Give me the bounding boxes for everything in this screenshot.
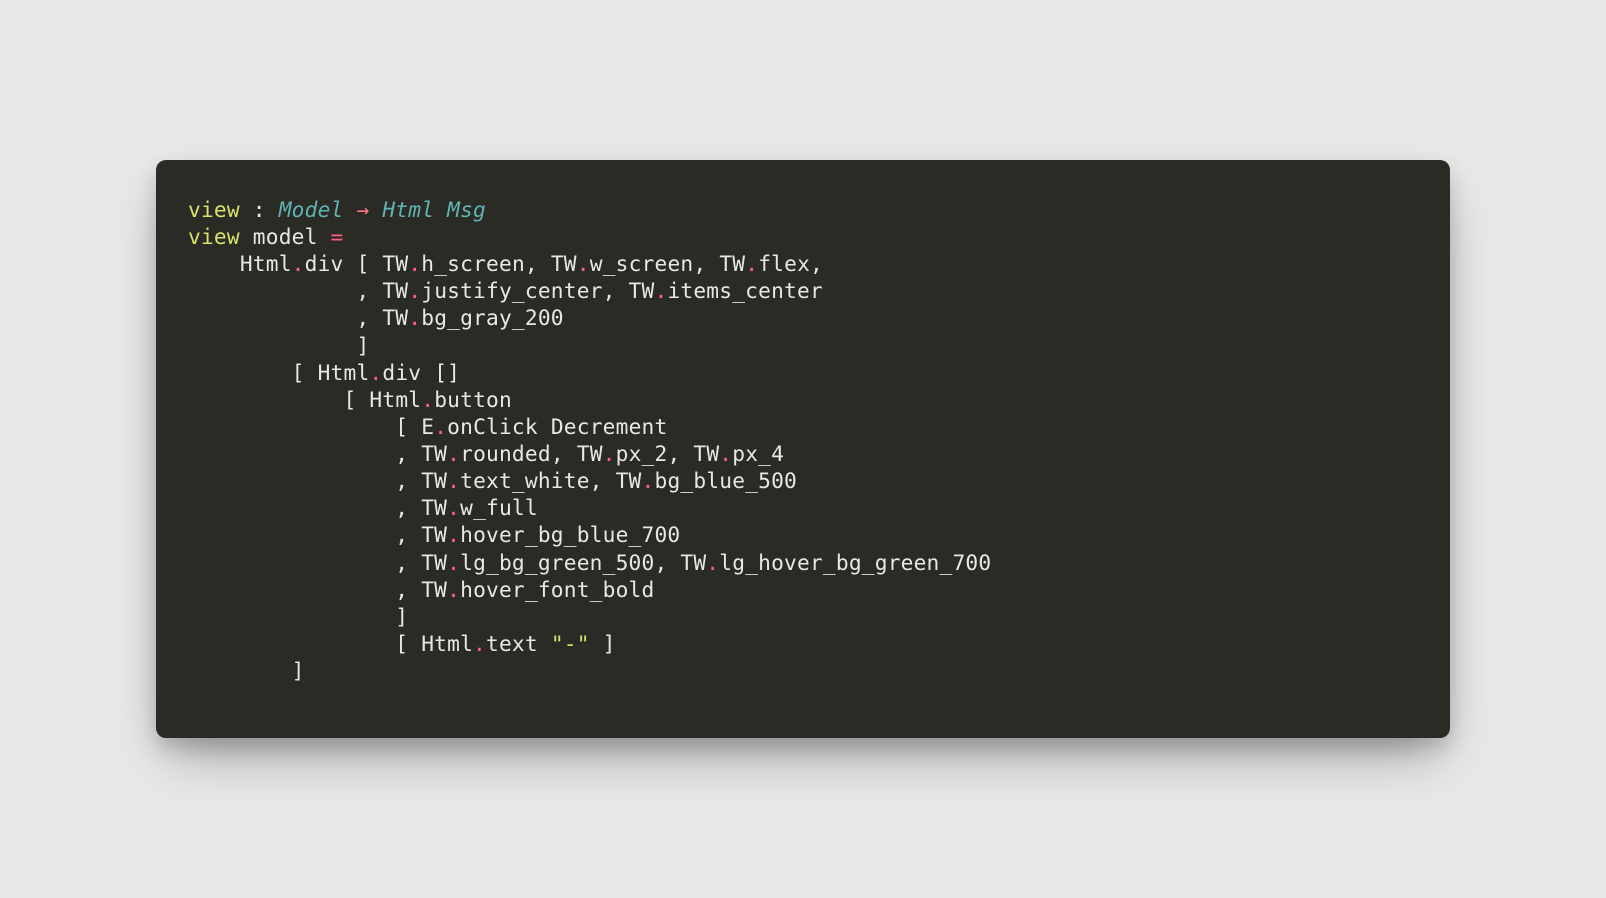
type-html-msg: Html Msg xyxy=(382,197,486,222)
type-model: Model xyxy=(279,197,344,222)
msg-decrement: Decrement xyxy=(551,414,668,439)
code-block: view : Model → Html Msg view model = Htm… xyxy=(188,196,1418,684)
string-literal: "-" xyxy=(551,631,590,656)
code-panel: view : Model → Html Msg view model = Htm… xyxy=(156,160,1450,738)
arrow: → xyxy=(343,197,382,222)
fn-name: view xyxy=(188,197,240,222)
fn-name: view xyxy=(188,224,240,249)
